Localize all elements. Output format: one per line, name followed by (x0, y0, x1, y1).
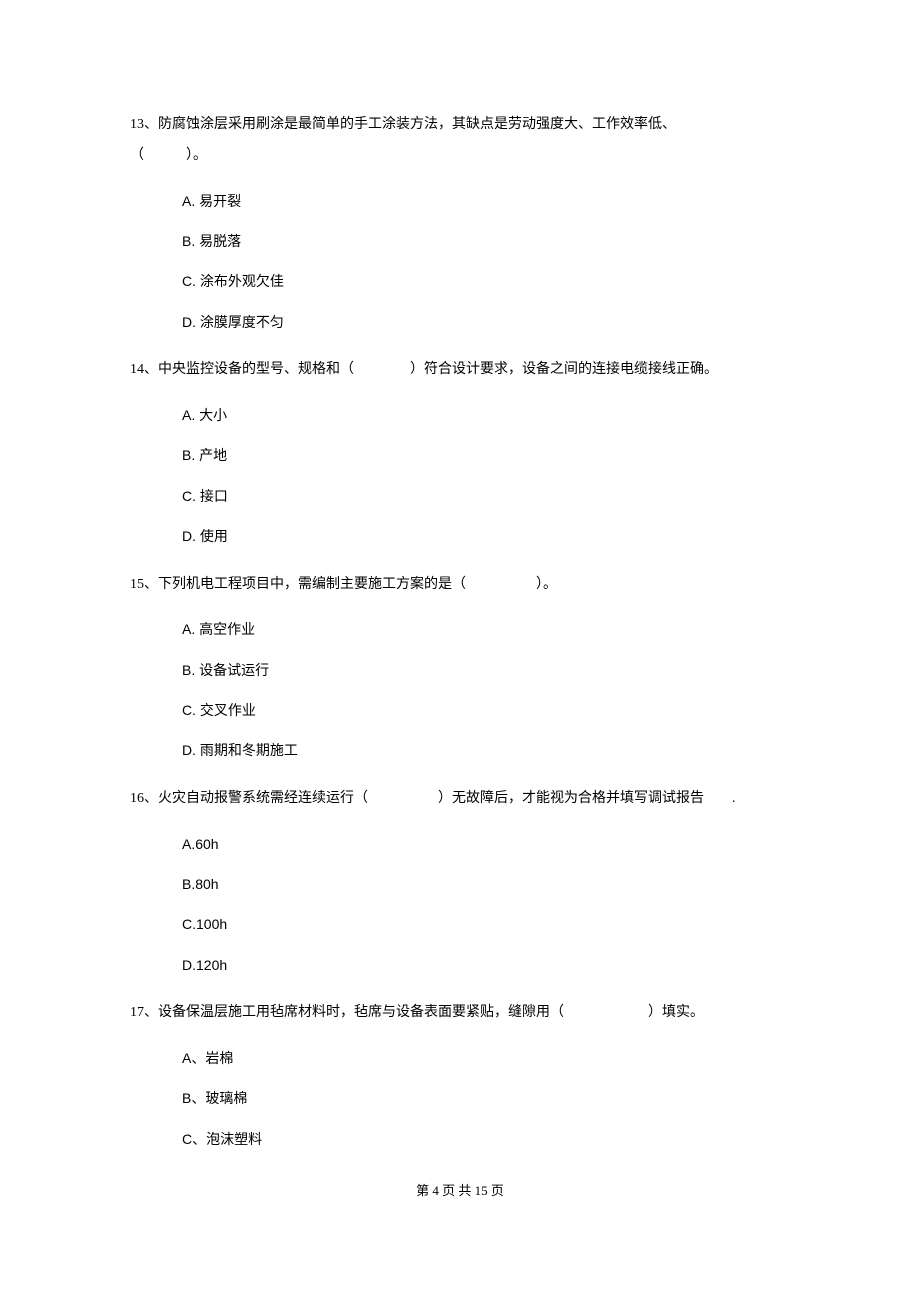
option-a: A、岩棉 (182, 1047, 790, 1069)
stem-text-line2: （ ）。 (130, 148, 207, 163)
option-d: D. 雨期和冬期施工 (182, 739, 790, 761)
question-stem: 14、中央监控设备的型号、规格和（ ）符合设计要求，设备之间的连接电缆接线正确。 (130, 355, 790, 386)
question-number: 16、 (130, 791, 158, 806)
option-b: B. 易脱落 (182, 230, 790, 252)
option-c: C. 涂布外观欠佳 (182, 270, 790, 292)
option-a: A. 大小 (182, 404, 790, 426)
stem-text: 设备保温层施工用毡席材料时，毡席与设备表面要紧贴，缝隙用（ ）填实。 (158, 1005, 704, 1020)
option-b: B. 产地 (182, 444, 790, 466)
question-15: 15、下列机电工程项目中，需编制主要施工方案的是（ ）。 A. 高空作业 B. … (130, 570, 790, 762)
question-number: 17、 (130, 1005, 158, 1020)
question-stem: 15、下列机电工程项目中，需编制主要施工方案的是（ ）。 (130, 570, 790, 601)
option-d: D. 涂膜厚度不匀 (182, 311, 790, 333)
option-d: D. 使用 (182, 525, 790, 547)
question-13: 13、防腐蚀涂层采用刷涂是最简单的手工涂装方法，其缺点是劳动强度大、工作效率低、… (130, 110, 790, 333)
option-a: A. 易开裂 (182, 190, 790, 212)
options-list: A. 高空作业 B. 设备试运行 C. 交叉作业 D. 雨期和冬期施工 (130, 600, 790, 762)
options-list: A、岩棉 B、玻璃棉 C、泡沫塑料 (130, 1029, 790, 1150)
option-c: C. 交叉作业 (182, 699, 790, 721)
question-number: 15、 (130, 577, 158, 592)
page-footer: 第 4 页 共 15 页 (130, 1180, 790, 1199)
question-17: 17、设备保温层施工用毡席材料时，毡席与设备表面要紧贴，缝隙用（ ）填实。 A、… (130, 998, 790, 1150)
options-list: A. 易开裂 B. 易脱落 C. 涂布外观欠佳 D. 涂膜厚度不匀 (130, 172, 790, 334)
question-stem: 16、火灾自动报警系统需经连续运行（ ）无故障后，才能视为合格并填写调试报告 . (130, 784, 790, 815)
option-c: C、泡沫塑料 (182, 1128, 790, 1150)
question-stem: 17、设备保温层施工用毡席材料时，毡席与设备表面要紧贴，缝隙用（ ）填实。 (130, 998, 790, 1029)
option-c: C.100h (182, 913, 790, 935)
option-c: C. 接口 (182, 485, 790, 507)
option-d: D.120h (182, 954, 790, 976)
option-b: B、玻璃棉 (182, 1087, 790, 1109)
page-content: 13、防腐蚀涂层采用刷涂是最简单的手工涂装方法，其缺点是劳动强度大、工作效率低、… (0, 0, 920, 1239)
stem-text: 中央监控设备的型号、规格和（ ）符合设计要求，设备之间的连接电缆接线正确。 (158, 362, 718, 377)
option-b: B. 设备试运行 (182, 659, 790, 681)
question-16: 16、火灾自动报警系统需经连续运行（ ）无故障后，才能视为合格并填写调试报告 .… (130, 784, 790, 976)
stem-text: 下列机电工程项目中，需编制主要施工方案的是（ ）。 (158, 577, 557, 592)
stem-text: 防腐蚀涂层采用刷涂是最简单的手工涂装方法，其缺点是劳动强度大、工作效率低、 (158, 117, 676, 132)
option-a: A.60h (182, 833, 790, 855)
options-list: A. 大小 B. 产地 C. 接口 D. 使用 (130, 386, 790, 548)
question-number: 14、 (130, 362, 158, 377)
option-a: A. 高空作业 (182, 618, 790, 640)
question-14: 14、中央监控设备的型号、规格和（ ）符合设计要求，设备之间的连接电缆接线正确。… (130, 355, 790, 547)
question-number: 13、 (130, 117, 158, 132)
question-stem: 13、防腐蚀涂层采用刷涂是最简单的手工涂装方法，其缺点是劳动强度大、工作效率低、… (130, 110, 790, 172)
options-list: A.60h B.80h C.100h D.120h (130, 815, 790, 977)
stem-text: 火灾自动报警系统需经连续运行（ ）无故障后，才能视为合格并填写调试报告 . (158, 791, 736, 806)
option-b: B.80h (182, 873, 790, 895)
